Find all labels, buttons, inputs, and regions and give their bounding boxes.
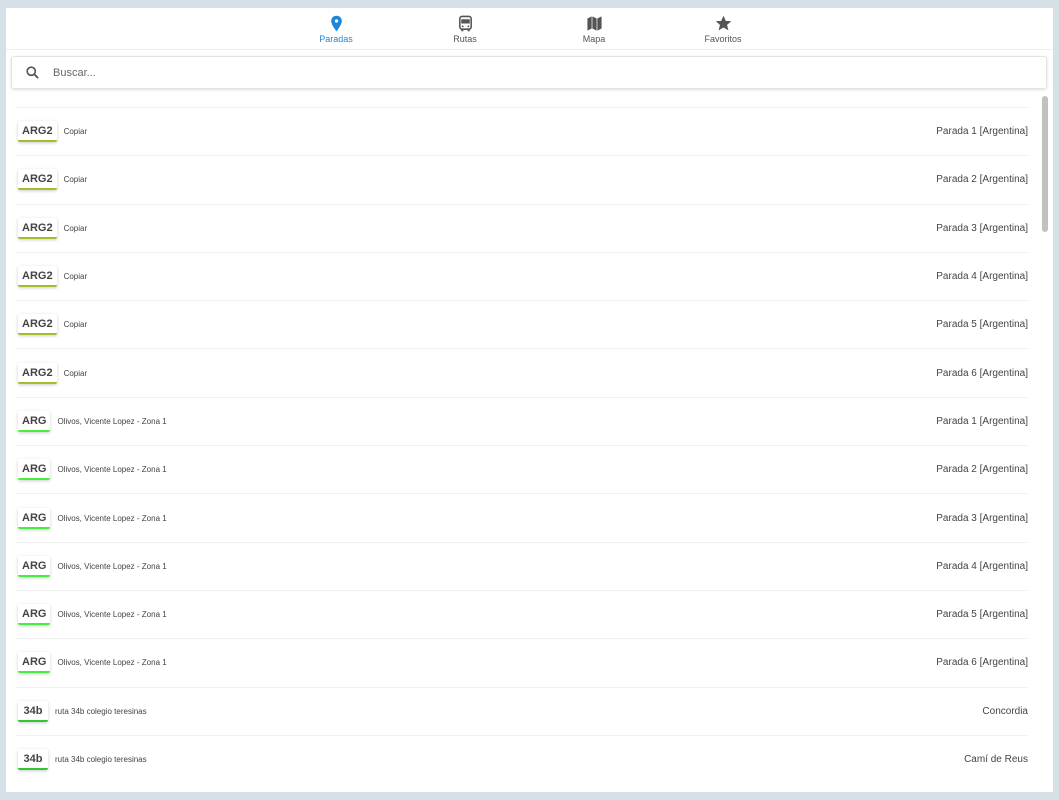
tab-favoritos[interactable]: Favoritos bbox=[659, 8, 788, 49]
stop-list-item[interactable]: ARG2 Copiar Parada 4 [Argentina] bbox=[16, 251, 1028, 300]
route-badge: ARG2 bbox=[18, 121, 57, 143]
map-pin-icon bbox=[330, 15, 342, 32]
route-badge: ARG2 bbox=[18, 217, 57, 239]
stop-list-item[interactable]: ARG2 Copiar Parada 5 [Argentina] bbox=[16, 300, 1028, 348]
stop-name: Parada 2 [Argentina] bbox=[936, 464, 1028, 476]
app-panel: Paradas Rutas Mapa Favoritos ARG2 Copiar P… bbox=[6, 8, 1053, 792]
tab-mapa[interactable]: Mapa bbox=[530, 8, 659, 49]
stop-list-item[interactable]: ARG2 Copiar Parada 3 [Argentina] bbox=[16, 203, 1028, 252]
stop-list-item[interactable]: ARG Olivos, Vicente Lopez - Zona 1 Parada … bbox=[16, 396, 1028, 445]
route-description: ruta 34b colegio teresinas bbox=[55, 706, 147, 716]
tab-paradas[interactable]: Paradas bbox=[272, 8, 401, 49]
stop-list-item[interactable]: ARG Olivos, Vicente Lopez - Zona 1 Parada … bbox=[16, 445, 1028, 493]
stop-name: Parada 3 [Argentina] bbox=[936, 512, 1028, 524]
stop-list-item[interactable]: ARG Olivos, Vicente Lopez - Zona 1 Parada … bbox=[16, 589, 1028, 638]
route-description: Olivos, Vicente Lopez - Zona 1 bbox=[57, 658, 167, 668]
route-description: ruta 34b colegio teresinas bbox=[55, 755, 147, 764]
search-icon bbox=[26, 66, 39, 79]
bus-icon bbox=[458, 15, 472, 32]
route-badge: 34b bbox=[18, 700, 48, 722]
tab-rutas[interactable]: Rutas bbox=[401, 8, 530, 49]
search-bar bbox=[11, 56, 1047, 89]
route-description: Olivos, Vicente Lopez - Zona 1 bbox=[57, 513, 167, 523]
stop-list-item[interactable]: 34b ruta 34b colegio teresinas Concordia bbox=[16, 686, 1028, 735]
stop-list-item[interactable]: ARG2 Copiar Parada 2 [Argentina] bbox=[16, 155, 1028, 203]
star-icon bbox=[715, 15, 731, 31]
tab-label: Favoritos bbox=[704, 34, 742, 44]
stop-list-item[interactable]: 34b ruta 34b colegio teresinas Camí de Reu… bbox=[16, 734, 1028, 783]
stop-name: Parada 4 [Argentina] bbox=[936, 560, 1028, 572]
route-badge: 34b bbox=[18, 749, 48, 770]
stop-list-item[interactable]: ARG Olivos, Vicente Lopez - Zona 1 Parada … bbox=[16, 638, 1028, 686]
route-badge: ARG bbox=[18, 652, 51, 674]
search-input[interactable] bbox=[53, 66, 1046, 79]
stop-list-item[interactable]: ARG2 Copiar Parada 1 [Argentina] bbox=[16, 107, 1028, 155]
route-description: Copiar bbox=[63, 175, 88, 185]
route-badge: ARG bbox=[18, 604, 51, 626]
stop-list-item[interactable]: ARG Olivos, Vicente Lopez - Zona 1 Parada … bbox=[16, 493, 1028, 541]
route-description: Copiar bbox=[63, 320, 88, 330]
stop-name: Parada 6 [Argentina] bbox=[936, 657, 1028, 669]
tab-label: Mapa bbox=[582, 34, 606, 44]
stop-list-item[interactable]: ARG Olivos, Vicente Lopez - Zona 1 Parada … bbox=[16, 541, 1028, 590]
map-icon bbox=[586, 16, 602, 31]
stop-list-item[interactable]: ARG2 Copiar Parada 6 [Argentina] bbox=[16, 348, 1028, 396]
top-nav: Paradas Rutas Mapa Favoritos bbox=[6, 8, 1053, 50]
route-badge: ARG bbox=[18, 410, 51, 432]
tab-label: Paradas bbox=[319, 34, 353, 44]
route-description: Copiar bbox=[63, 223, 88, 233]
route-description: Olivos, Vicente Lopez - Zona 1 bbox=[57, 610, 167, 620]
route-badge: ARG bbox=[18, 507, 51, 529]
stop-name: Parada 1 [Argentina] bbox=[936, 415, 1028, 427]
stop-name: Parada 1 [Argentina] bbox=[936, 126, 1028, 138]
route-description: Copiar bbox=[63, 272, 88, 282]
route-badge: ARG bbox=[18, 459, 51, 481]
route-badge: ARG2 bbox=[18, 362, 57, 384]
route-badge: ARG2 bbox=[18, 169, 57, 191]
stop-name: Camí de Reus bbox=[964, 754, 1028, 765]
route-description: Copiar bbox=[63, 127, 88, 137]
route-description: Olivos, Vicente Lopez - Zona 1 bbox=[57, 561, 167, 571]
route-badge: ARG2 bbox=[18, 266, 57, 288]
route-badge: ARG2 bbox=[18, 314, 57, 336]
scrollbar[interactable] bbox=[1042, 96, 1048, 232]
route-description: Olivos, Vicente Lopez - Zona 1 bbox=[57, 465, 167, 475]
route-description: Olivos, Vicente Lopez - Zona 1 bbox=[57, 416, 167, 426]
route-badge: ARG bbox=[18, 555, 51, 577]
stop-name: Parada 2 [Argentina] bbox=[936, 174, 1028, 186]
stop-name: Parada 5 [Argentina] bbox=[936, 319, 1028, 331]
stop-name: Parada 5 [Argentina] bbox=[936, 609, 1028, 621]
stop-name: Concordia bbox=[982, 705, 1028, 717]
stop-name: Parada 4 [Argentina] bbox=[936, 271, 1028, 283]
stop-name: Parada 3 [Argentina] bbox=[936, 222, 1028, 234]
stop-name: Parada 6 [Argentina] bbox=[936, 367, 1028, 379]
stops-list: ARG2 Copiar Parada 1 [Argentina] ARG2 Copiar… bbox=[16, 107, 1028, 783]
tab-label: Rutas bbox=[453, 34, 477, 44]
route-description: Copiar bbox=[63, 368, 88, 378]
